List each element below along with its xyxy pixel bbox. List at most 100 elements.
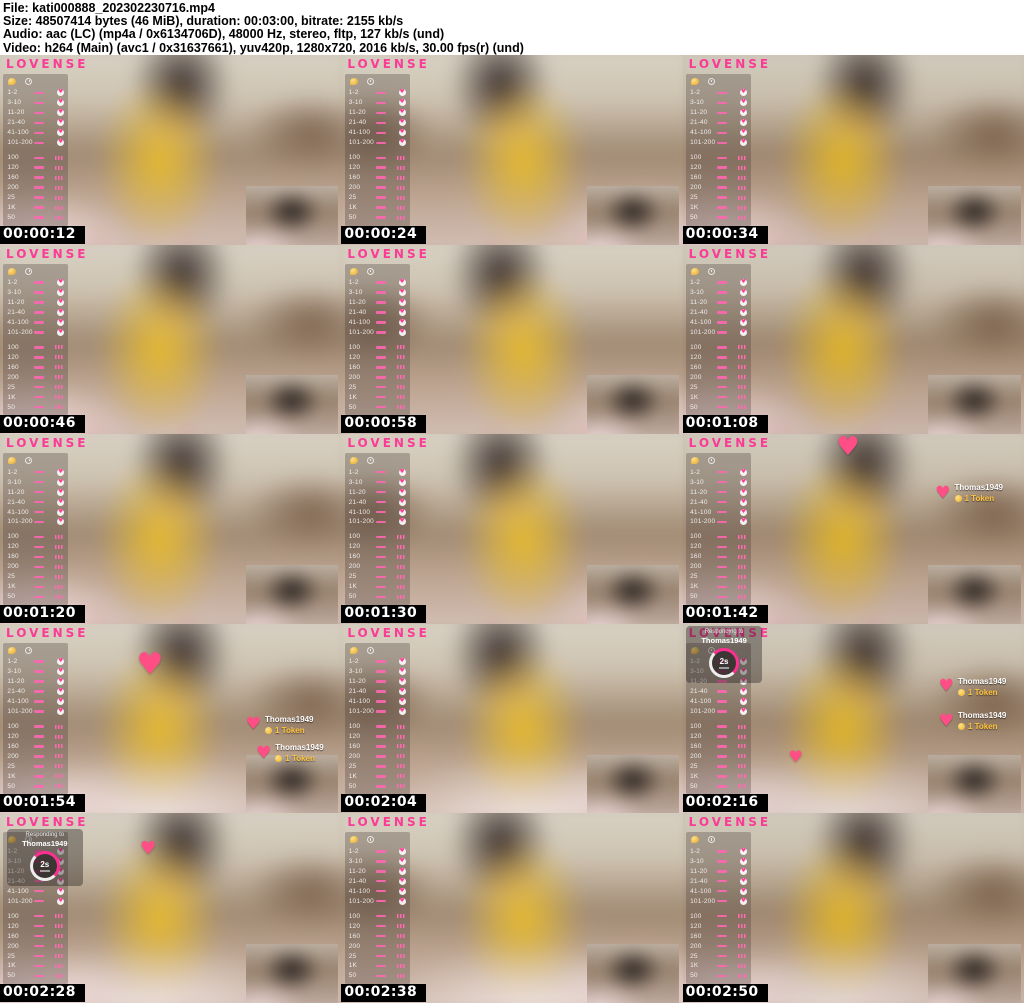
vibration-pattern-icon	[55, 355, 64, 359]
tip-menu-level-label: 160	[690, 174, 717, 181]
heart-icon: ♥	[399, 319, 406, 326]
tip-menu-level-label: 1K	[7, 394, 34, 401]
tip-amount-label: 1 Token	[965, 494, 995, 503]
tipper-username: Thomas1949	[955, 483, 1003, 492]
tip-menu-level-row: 50	[349, 213, 406, 223]
tip-menu-level-label: 50	[690, 593, 717, 600]
lovense-watermark: LOVENSE	[689, 247, 771, 261]
tip-menu-range-row: 11-20♥	[7, 677, 64, 687]
tip-menu-level-label: 1K	[690, 204, 717, 211]
secondary-cam-pip	[587, 565, 679, 624]
tip-heart-icon: ♥	[137, 650, 164, 680]
tip-menu-value-blur	[34, 301, 44, 304]
tip-menu-value-blur	[376, 660, 386, 663]
tip-menu-level-row: 1K	[690, 961, 747, 971]
tip-menu-value-blur	[34, 765, 44, 768]
vibration-pattern-icon	[55, 206, 64, 210]
tip-menu-value-blur	[376, 301, 386, 304]
tip-menu-overlay: 1-2♥3-10♥11-20♥21-40♥41-100♥101-200♥1001…	[345, 264, 410, 416]
lovense-watermark: LOVENSE	[6, 815, 88, 829]
vibration-pattern-icon	[55, 774, 64, 778]
heart-icon: ♥	[57, 678, 64, 685]
tip-menu-value-blur	[717, 366, 727, 369]
tip-menu-value-blur	[717, 122, 727, 125]
tip-menu-range-label: 1-2	[7, 89, 34, 96]
vibration-pattern-icon	[55, 585, 64, 589]
tip-menu-level-row: 1K	[7, 582, 64, 592]
heart-icon: ♥	[740, 479, 747, 486]
tip-menu-value-blur	[376, 975, 386, 978]
video-frame-thumbnail: 1-2♥3-10♥11-20♥21-40♥41-100♥101-200♥1001…	[341, 245, 682, 435]
tip-menu-value-blur	[34, 725, 44, 728]
tip-notification-text: Thomas19491 Token	[265, 715, 313, 735]
vibration-pattern-icon	[55, 385, 64, 389]
vibration-pattern-icon	[397, 774, 406, 778]
tip-menu-level-row: 50	[349, 592, 406, 602]
tip-menu-level-row: 25	[7, 761, 64, 771]
heart-icon: ♥	[399, 89, 406, 96]
heart-icon: ♥	[740, 99, 747, 106]
tip-menu-range-row: 1-2♥	[349, 657, 406, 667]
tip-menu-level-label: 1K	[7, 583, 34, 590]
tip-menu-level-row: 25	[349, 193, 406, 203]
tip-menu-level-row: 160	[690, 173, 747, 183]
tip-menu-value-blur	[717, 376, 727, 379]
tip-menu-level-label: 120	[349, 543, 376, 550]
lovense-watermark: LOVENSE	[347, 815, 429, 829]
tip-amount-label: 1 Token	[275, 726, 305, 735]
tip-menu-level-label: 200	[690, 753, 717, 760]
tip-menu-value-blur	[376, 481, 386, 484]
coin-icon	[691, 78, 699, 85]
tip-menu-range-label: 11-20	[690, 489, 717, 496]
tip-menu-header	[350, 268, 406, 275]
vibration-pattern-icon	[55, 914, 64, 918]
tip-menu-level-row: 50	[7, 971, 64, 981]
vibration-pattern-icon	[738, 405, 747, 409]
heart-icon: ♥	[740, 878, 747, 885]
tip-menu-level-row: 100	[7, 722, 64, 732]
tip-menu-range-row: 41-100♥	[690, 317, 747, 327]
tip-menu-value-blur	[376, 860, 386, 863]
tip-menu-range-row: 101-200♥	[7, 327, 64, 337]
heart-icon: ♥	[57, 518, 64, 525]
tip-menu-level-label: 50	[349, 593, 376, 600]
tip-menu-level-row: 100	[349, 153, 406, 163]
vibration-pattern-icon	[397, 964, 406, 968]
vibration-pattern-icon	[397, 385, 406, 389]
tip-menu-value-blur	[717, 955, 727, 958]
tip-menu-value-blur	[34, 775, 44, 778]
tip-menu-range-row: 41-100♥	[349, 697, 406, 707]
responding-label: Responding to	[688, 629, 760, 635]
tip-menu-level-label: 1K	[690, 583, 717, 590]
tip-menu-level-label: 160	[7, 743, 34, 750]
tip-amount: 1 Token	[955, 494, 1003, 503]
tip-menu-value-blur	[717, 566, 727, 569]
coin-icon	[350, 268, 358, 275]
vibration-pattern-icon	[397, 585, 406, 589]
tip-menu-level-label: 200	[349, 943, 376, 950]
heart-icon: ♥	[399, 708, 406, 715]
heart-icon: ♥	[399, 109, 406, 116]
token-icon	[265, 727, 272, 734]
tip-menu-value-blur	[34, 955, 44, 958]
video-frame-thumbnail: 1-2♥3-10♥11-20♥21-40♥41-100♥101-200♥1001…	[0, 245, 341, 435]
tip-menu-level-row: 200	[7, 562, 64, 572]
tip-menu-level-row: 25	[690, 382, 747, 392]
tip-menu-value-blur	[717, 965, 727, 968]
tip-menu-level-row: 1K	[7, 203, 64, 213]
tip-menu-value-blur	[34, 311, 44, 314]
tip-menu-header	[691, 457, 747, 464]
heart-icon: ♥	[740, 698, 747, 705]
tip-menu-level-row: 120	[690, 163, 747, 173]
tip-menu-range-row: 11-20♥	[7, 487, 64, 497]
tip-menu-value-blur	[376, 102, 386, 105]
tip-menu-level-row: 160	[7, 552, 64, 562]
tip-menu-level-row: 50	[7, 781, 64, 791]
vibration-pattern-icon	[738, 754, 747, 758]
tip-menu-value-blur	[34, 596, 44, 599]
vibration-pattern-icon	[397, 924, 406, 928]
tip-menu-level-row: 1K	[690, 203, 747, 213]
tip-menu-level-row: 50	[7, 402, 64, 412]
lovense-watermark: LOVENSE	[6, 57, 88, 71]
tip-menu-range-label: 1-2	[690, 279, 717, 286]
